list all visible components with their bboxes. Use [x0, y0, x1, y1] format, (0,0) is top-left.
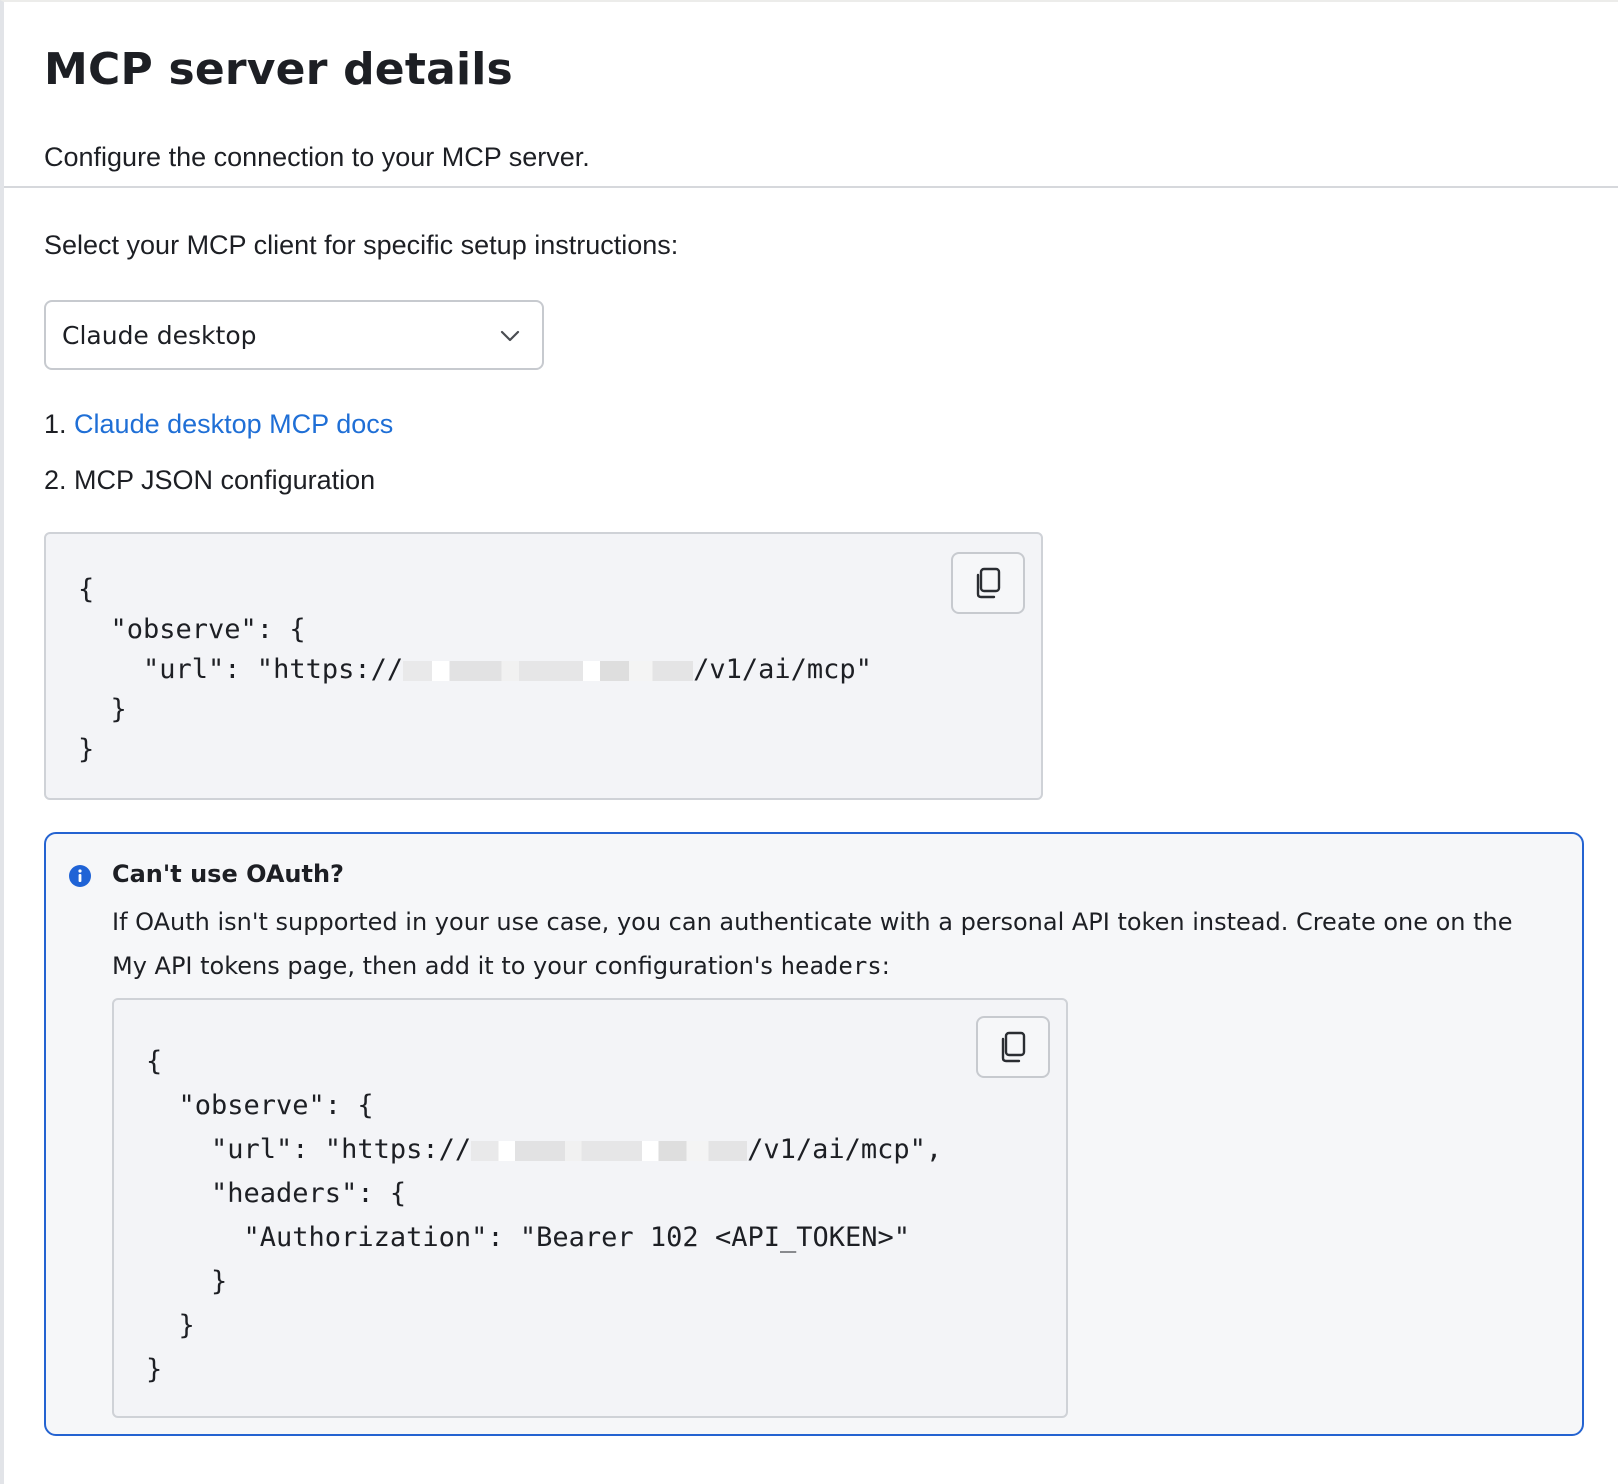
mcp-client-select[interactable]: Claude desktop [44, 300, 544, 370]
copy-config-button[interactable] [951, 552, 1025, 614]
headers-code-block: { "observe": { "url": "https:///v1/ai/mc… [112, 998, 1068, 1418]
mcp-client-select-value: Claude desktop [62, 320, 257, 350]
step-1-number: 1. [44, 409, 67, 439]
callout-body: If OAuth isn't supported in your use cas… [112, 908, 1513, 980]
config-code: { "observe": { "url": "https:///v1/ai/mc… [78, 574, 872, 765]
redacted-host [471, 1140, 748, 1161]
copy-icon [976, 567, 1001, 599]
step-1: 1. Claude desktop MCP docs [44, 409, 393, 440]
chevron-down-icon [500, 330, 520, 342]
config-code-block: { "observe": { "url": "https:///v1/ai/mc… [44, 532, 1043, 800]
client-select-prompt: Select your MCP client for specific setu… [44, 230, 679, 260]
claude-desktop-docs-link[interactable]: Claude desktop MCP docs [74, 409, 393, 439]
page-subtitle: Configure the connection to your MCP ser… [44, 142, 590, 172]
redacted-host [403, 660, 694, 681]
copy-headers-config-button[interactable] [976, 1016, 1050, 1078]
step-2: 2. MCP JSON configuration [44, 465, 376, 495]
page-title: MCP server details [44, 44, 513, 95]
info-icon [69, 865, 91, 887]
callout-title: Can't use OAuth? [112, 860, 344, 888]
copy-icon [1001, 1031, 1026, 1063]
headers-inline-code: headers [780, 952, 882, 980]
page-header: MCP server details Configure the connect… [4, 2, 1618, 188]
headers-code: { "observe": { "url": "https:///v1/ai/mc… [146, 1046, 943, 1385]
oauth-callout: Can't use OAuth? If OAuth isn't supporte… [44, 832, 1584, 1436]
